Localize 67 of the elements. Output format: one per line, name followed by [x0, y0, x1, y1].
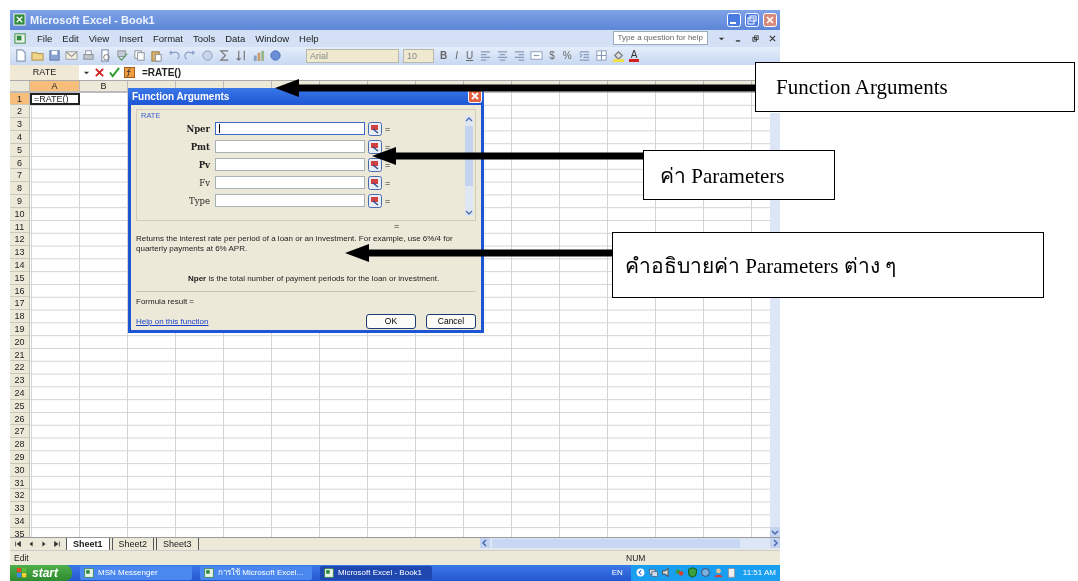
num-lock-indicator: NUM: [626, 553, 647, 564]
menu-item[interactable]: File: [37, 32, 53, 44]
formula-field[interactable]: =RATE(): [139, 66, 181, 78]
dialog-title: Function Arguments: [132, 90, 231, 102]
menu-item[interactable]: Format: [152, 32, 183, 44]
menu-item[interactable]: View: [88, 32, 110, 44]
argument-label: Pmt: [189, 141, 211, 152]
callout: Function Arguments: [755, 62, 1075, 112]
equals-sign: =: [385, 195, 391, 206]
argument-description: Nper is the total number of payment periods for the loan or investment.: [188, 273, 441, 283]
function-description: Returns the interest rate per period of a loan or an investment. For example, use 6%/4 for quarterly payments at 6% APR.: [136, 233, 454, 254]
argument-label: Fv: [198, 177, 211, 188]
row-header[interactable]: 14: [10, 259, 30, 272]
number-format-button[interactable]: %: [560, 50, 574, 62]
row-header[interactable]: 32: [10, 489, 30, 503]
callout: ค่า Parameters: [643, 150, 835, 200]
cancel-button[interactable]: Cancel: [426, 313, 476, 329]
formula-result: Formula result =: [136, 296, 196, 306]
language-indicator[interactable]: EN: [611, 568, 623, 578]
font-color-button[interactable]: A: [628, 49, 640, 62]
window-title: Microsoft Excel - Book1: [30, 13, 155, 26]
row-header[interactable]: 9: [10, 195, 30, 208]
menu-item[interactable]: Help: [299, 32, 319, 44]
argument-label: Type: [188, 195, 211, 206]
equals-sign: =: [394, 220, 400, 231]
row-header[interactable]: 4: [10, 131, 30, 144]
ok-button[interactable]: OK: [366, 313, 416, 329]
row-header[interactable]: 23: [10, 374, 30, 387]
taskbar-button[interactable]: Microsoft Excel - Book1: [320, 566, 432, 580]
sheet-tab[interactable]: Sheet3: [156, 538, 199, 550]
row-header[interactable]: 13: [10, 246, 30, 259]
row-header[interactable]: 7: [10, 169, 30, 183]
menu-item[interactable]: Data: [225, 32, 246, 44]
help-field[interactable]: Type a question for help: [612, 31, 708, 46]
format-button[interactable]: B: [438, 50, 450, 62]
row-header[interactable]: 2: [10, 105, 30, 119]
row-header[interactable]: 28: [10, 438, 30, 451]
equals-sign: =: [385, 177, 391, 188]
sheet-tab[interactable]: Sheet2: [111, 538, 155, 550]
argument-label: Nper: [185, 123, 211, 134]
column-header[interactable]: B: [80, 80, 128, 92]
help-link[interactable]: Help on this function: [136, 316, 209, 326]
menu-item[interactable]: Insert: [119, 32, 143, 44]
row-header[interactable]: 22: [10, 361, 30, 375]
equals-sign: =: [385, 159, 391, 170]
row-header[interactable]: 17: [10, 297, 30, 311]
argument-label: Pv: [197, 159, 211, 170]
status-mode: Edit: [14, 553, 29, 564]
callout: คำอธิบายค่า Parameters ต่าง ๆ: [612, 232, 1044, 298]
clock: 11:51 AM: [742, 568, 776, 578]
number-format-button[interactable]: $: [547, 50, 557, 62]
menu-item[interactable]: Edit: [62, 32, 79, 44]
menu-item[interactable]: Window: [255, 32, 290, 44]
sheet-tab[interactable]: Sheet1: [66, 538, 110, 550]
row-header[interactable]: 33: [10, 502, 30, 515]
row-header[interactable]: 3: [10, 118, 30, 132]
row-header[interactable]: 8: [10, 182, 30, 195]
column-header[interactable]: A: [30, 80, 80, 92]
menu-item[interactable]: Tools: [192, 32, 216, 44]
equals-sign: =: [385, 123, 391, 134]
row-header[interactable]: 18: [10, 310, 30, 323]
cell[interactable]: =RATE(): [30, 92, 80, 106]
format-button[interactable]: U: [464, 50, 476, 62]
row-header[interactable]: 12: [10, 233, 30, 247]
format-button[interactable]: I: [453, 50, 460, 62]
equals-sign: =: [385, 141, 391, 152]
row-header[interactable]: 27: [10, 425, 30, 439]
